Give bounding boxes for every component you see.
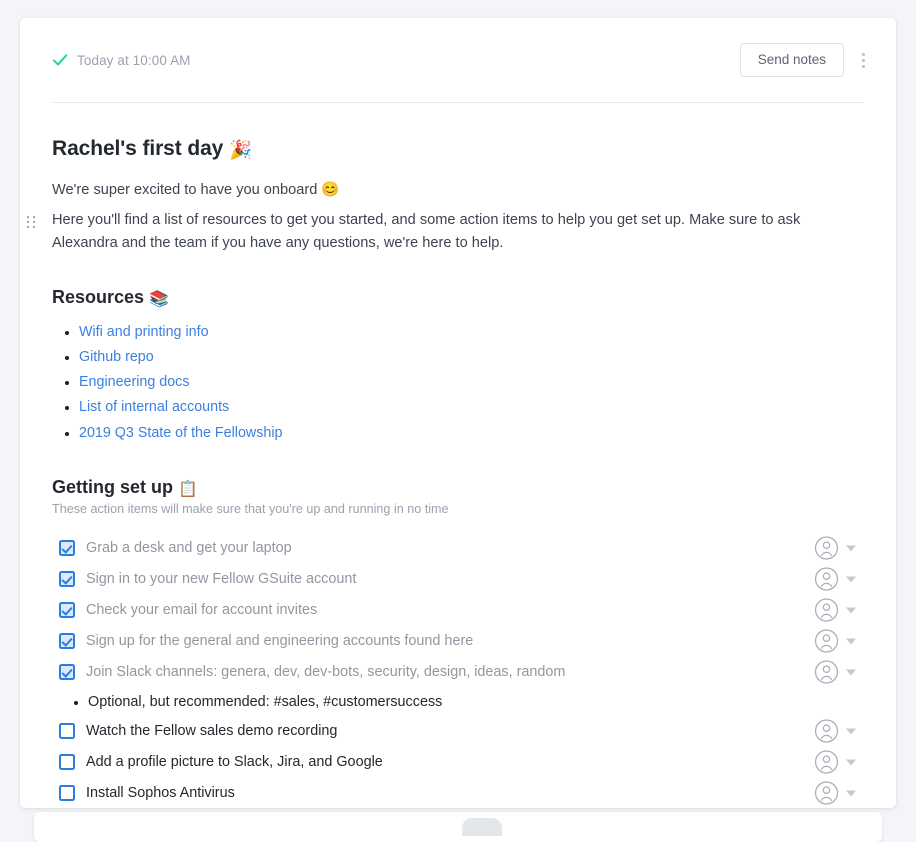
table-row: Join Slack channels: genera, dev, dev-bo…	[52, 657, 864, 688]
note-timestamp: Today at 10:00 AM	[77, 53, 191, 68]
task-label[interactable]: Add a profile picture to Slack, Jira, an…	[86, 752, 383, 772]
resources-heading: Resources 📚	[52, 286, 864, 309]
task-label[interactable]: Watch the Fellow sales demo recording	[86, 721, 337, 741]
task-checkbox[interactable]	[59, 664, 75, 680]
task-checkbox[interactable]	[59, 785, 75, 801]
task-checkbox[interactable]	[59, 602, 75, 618]
table-row: Install Sophos Antivirus	[52, 778, 864, 808]
list-item: Optional, but recommended: #sales, #cust…	[52, 688, 864, 716]
task-assignee	[814, 660, 856, 685]
note-header: Today at 10:00 AM Send notes	[20, 18, 896, 102]
caret-down-icon[interactable]	[846, 669, 856, 675]
task-label[interactable]: Check your email for account invites	[86, 600, 317, 620]
intro-paragraph-1[interactable]: We're super excited to have you onboard …	[52, 179, 852, 203]
table-row: Sign up for the general and engineering …	[52, 626, 864, 657]
list-item: List of internal accounts	[79, 395, 864, 420]
page-title: Rachel's first day 🎉	[52, 136, 864, 162]
caret-down-icon[interactable]	[846, 790, 856, 796]
getting-set-up-subtitle: These action items will make sure that y…	[52, 500, 864, 518]
task-checkbox[interactable]	[59, 540, 75, 556]
sub-bullet-label[interactable]: Optional, but recommended: #sales, #cust…	[88, 692, 442, 712]
task-assignee	[814, 567, 856, 592]
header-divider	[52, 102, 864, 103]
send-notes-button[interactable]: Send notes	[740, 43, 844, 77]
task-assignee	[814, 598, 856, 623]
list-item: Engineering docs	[79, 370, 864, 395]
task-checkbox[interactable]	[59, 633, 75, 649]
avatar-placeholder-icon[interactable]	[814, 629, 839, 654]
table-row: Sign in to your new Fellow GSuite accoun…	[52, 564, 864, 595]
task-label[interactable]: Join Slack channels: genera, dev, dev-bo…	[86, 662, 565, 682]
getting-set-up-heading: Getting set up 📋	[52, 476, 864, 499]
table-row: Watch the Fellow sales demo recording	[52, 716, 864, 747]
task-checkbox[interactable]	[59, 754, 75, 770]
task-assignee	[814, 719, 856, 744]
task-assignee	[814, 536, 856, 561]
note-body: Rachel's first day 🎉 We're super excited…	[20, 136, 896, 808]
caret-down-icon[interactable]	[846, 759, 856, 765]
list-item: Wifi and printing info	[79, 320, 864, 345]
task-label[interactable]: Sign up for the general and engineering …	[86, 631, 473, 651]
clipboard-emoji: 📋	[178, 479, 198, 499]
resource-link[interactable]: Wifi and printing info	[79, 324, 209, 340]
next-note-card-peek	[34, 812, 882, 842]
intro-paragraph-2[interactable]: Here you'll find a list of resources to …	[52, 209, 852, 256]
books-emoji: 📚	[149, 289, 169, 309]
resource-link[interactable]: Engineering docs	[79, 374, 189, 390]
table-row: Add a profile picture to Slack, Jira, an…	[52, 747, 864, 778]
task-label[interactable]: Sign in to your new Fellow GSuite accoun…	[86, 569, 356, 589]
avatar-placeholder-icon[interactable]	[814, 598, 839, 623]
avatar-placeholder-icon[interactable]	[814, 536, 839, 561]
resource-link[interactable]: List of internal accounts	[79, 399, 229, 415]
note-header-actions: Send notes	[740, 43, 874, 77]
note-card: Today at 10:00 AM Send notes Rachel's fi…	[20, 18, 896, 808]
page-scroll-indicator	[462, 818, 502, 836]
getting-set-up-heading-text: Getting set up	[52, 477, 173, 497]
task-label[interactable]: Install Sophos Antivirus	[86, 783, 235, 803]
caret-down-icon[interactable]	[846, 728, 856, 734]
party-popper-emoji: 🎉	[229, 140, 252, 162]
caret-down-icon[interactable]	[846, 576, 856, 582]
avatar-placeholder-icon[interactable]	[814, 567, 839, 592]
resource-link[interactable]: 2019 Q3 State of the Fellowship	[79, 425, 282, 441]
task-list: Grab a desk and get your laptop Sign in …	[52, 533, 864, 808]
kebab-dot	[862, 53, 865, 56]
intro-paragraph-2-text: Here you'll find a list of resources to …	[52, 212, 800, 252]
avatar-placeholder-icon[interactable]	[814, 660, 839, 685]
avatar-placeholder-icon[interactable]	[814, 750, 839, 775]
note-header-left: Today at 10:00 AM	[52, 52, 191, 68]
caret-down-icon[interactable]	[846, 607, 856, 613]
drag-handle-icon[interactable]	[27, 216, 37, 230]
kebab-dot	[862, 59, 865, 62]
avatar-placeholder-icon[interactable]	[814, 719, 839, 744]
task-label[interactable]: Grab a desk and get your laptop	[86, 538, 292, 558]
kebab-dot	[862, 65, 865, 68]
check-icon	[52, 52, 68, 68]
table-row: Check your email for account invites	[52, 595, 864, 626]
page-title-text: Rachel's first day	[52, 137, 223, 160]
avatar-placeholder-icon[interactable]	[814, 781, 839, 806]
caret-down-icon[interactable]	[846, 545, 856, 551]
caret-down-icon[interactable]	[846, 638, 856, 644]
task-assignee	[814, 629, 856, 654]
list-item: 2019 Q3 State of the Fellowship	[79, 421, 864, 446]
resources-list: Wifi and printing info Github repo Engin…	[52, 320, 864, 446]
task-assignee	[814, 750, 856, 775]
task-assignee	[814, 781, 856, 806]
table-row: Grab a desk and get your laptop	[52, 533, 864, 564]
more-options-button[interactable]	[852, 46, 874, 74]
task-checkbox[interactable]	[59, 723, 75, 739]
resource-link[interactable]: Github repo	[79, 349, 154, 365]
list-item: Github repo	[79, 345, 864, 370]
task-checkbox[interactable]	[59, 571, 75, 587]
resources-heading-text: Resources	[52, 287, 144, 307]
